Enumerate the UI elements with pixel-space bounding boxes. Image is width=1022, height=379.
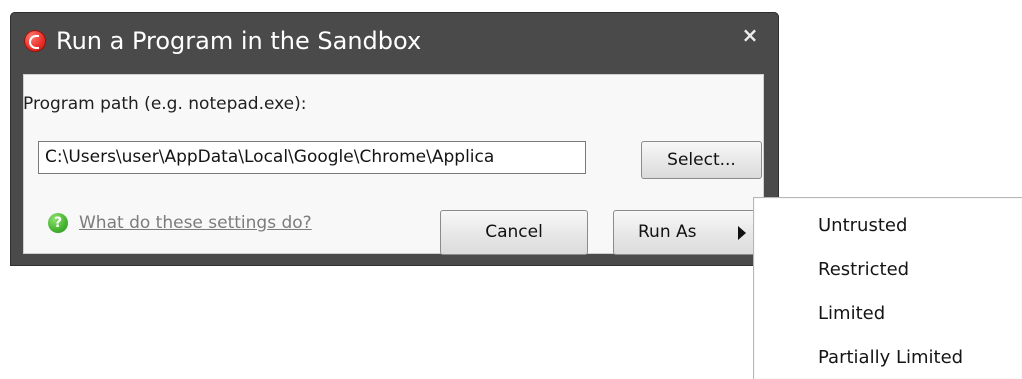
cancel-button[interactable]: Cancel [440, 210, 588, 255]
chevron-right-icon [738, 226, 746, 240]
menu-item-restricted[interactable]: Restricted [818, 250, 909, 290]
close-icon[interactable]: × [740, 25, 760, 45]
run-as-button[interactable]: Run As [613, 210, 763, 255]
run-as-menu: Untrusted Restricted Limited Partially L… [753, 197, 1022, 379]
program-path-label: Program path (e.g. notepad.exe): [23, 94, 307, 114]
help-icon: ? [48, 213, 68, 233]
sandbox-dialog: Run a Program in the Sandbox × Program p… [10, 12, 779, 266]
comodo-app-icon [24, 30, 46, 52]
menu-item-partially-limited[interactable]: Partially Limited [818, 338, 963, 378]
menu-item-untrusted[interactable]: Untrusted [818, 206, 907, 246]
help-link[interactable]: What do these settings do? [79, 211, 312, 235]
menu-item-limited[interactable]: Limited [818, 294, 885, 334]
select-button[interactable]: Select... [641, 141, 762, 179]
dialog-titlebar: Run a Program in the Sandbox × [10, 12, 779, 72]
run-as-label: Run As [638, 222, 697, 242]
program-path-input[interactable]: C:\Users\user\AppData\Local\Google\Chrom… [38, 141, 586, 174]
dialog-title: Run a Program in the Sandbox [56, 27, 422, 55]
